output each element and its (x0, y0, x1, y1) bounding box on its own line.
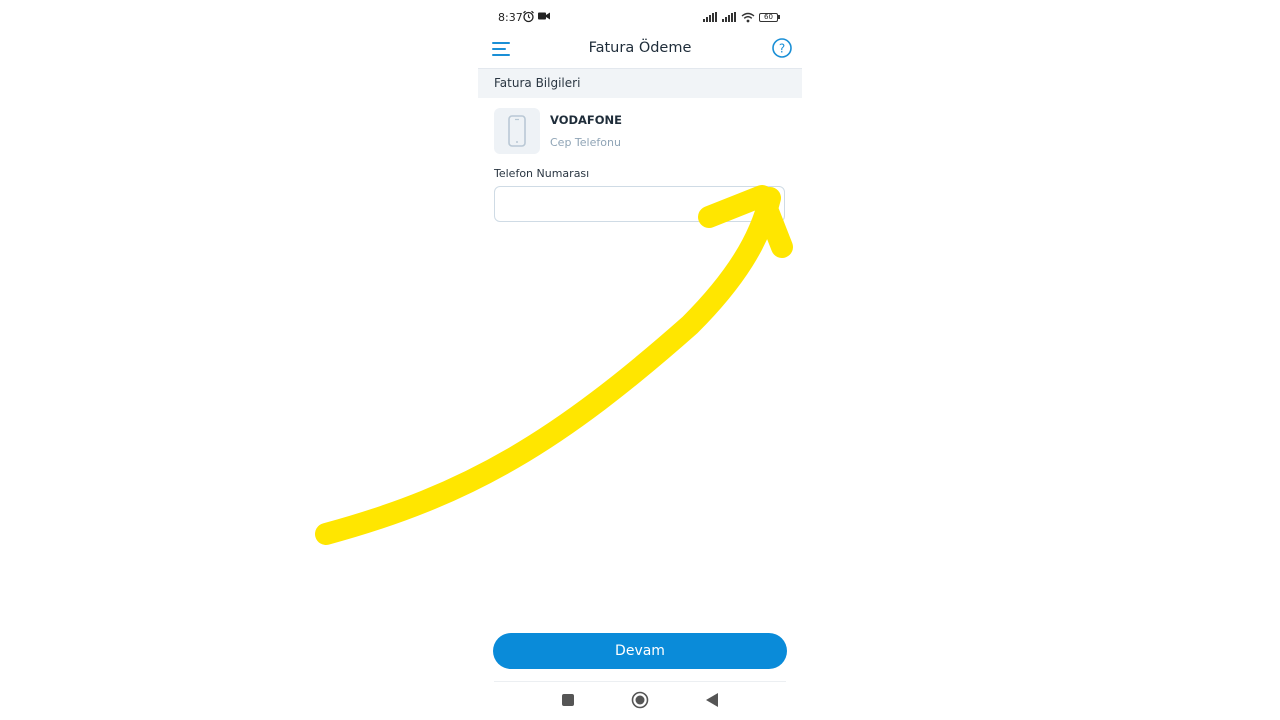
section-header: Fatura Bilgileri (478, 68, 802, 98)
video-camera-icon (538, 12, 550, 20)
phone-screen: 8:37 60 Fatura Ödeme ? Fatura Bilgileri … (478, 0, 802, 720)
signal-icon (722, 12, 736, 22)
mobile-phone-icon (508, 115, 526, 147)
operator-thumbnail (494, 108, 540, 154)
wifi-icon (741, 12, 755, 23)
system-nav-bar (478, 684, 802, 720)
section-title: Fatura Bilgileri (494, 76, 581, 90)
page-title: Fatura Ödeme (588, 40, 692, 56)
operator-type: Cep Telefonu (550, 136, 621, 149)
recents-icon[interactable] (562, 694, 574, 706)
phone-number-label: Telefon Numarası (494, 167, 590, 180)
alarm-icon (523, 10, 534, 23)
svg-text:?: ? (779, 42, 785, 56)
status-bar: 8:37 60 (478, 0, 802, 34)
nav-divider (494, 681, 786, 682)
signal-icon (703, 12, 717, 22)
back-icon[interactable] (705, 692, 719, 708)
phone-number-input[interactable] (494, 186, 785, 222)
battery-level: 60 (764, 13, 773, 21)
help-icon[interactable]: ? (771, 37, 793, 59)
app-header: Fatura Ödeme ? (478, 34, 802, 68)
input-clear-icon[interactable] (766, 196, 778, 208)
home-icon[interactable] (631, 691, 649, 709)
battery-icon: 60 (759, 13, 778, 22)
status-time: 8:37 (498, 11, 523, 24)
operator-name: VODAFONE (550, 113, 623, 127)
continue-button[interactable]: Devam (493, 633, 787, 669)
battery-tip (778, 15, 780, 19)
